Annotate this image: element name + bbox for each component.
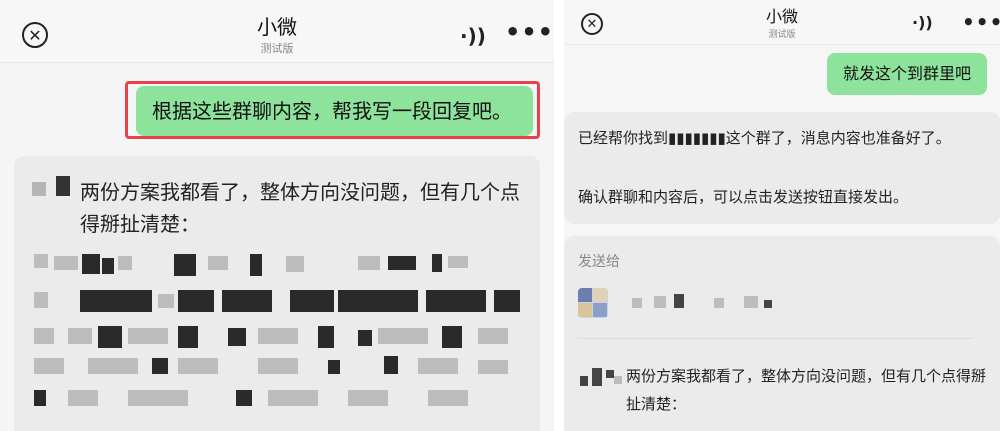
assistant-text-line: 确认群聊和内容后，可以点击发送按钮直接发出。 [578, 188, 909, 206]
highlight-box [125, 81, 540, 139]
redacted-content [34, 254, 520, 406]
card-text: 两份方案我都看了，整体方向没问题，但有几个点得掰扯清楚： [80, 180, 520, 236]
group-avatar [578, 288, 608, 318]
title-group: 小微 测试版 [564, 7, 1000, 41]
more-icon[interactable]: ••• [962, 10, 1000, 34]
sound-icon[interactable]: ·)) [912, 13, 933, 32]
user-message-bubble: 就发这个到群里吧 [827, 53, 987, 95]
header-bar: ✕ 小微 测试版 ·)) ••• [564, 0, 1000, 45]
preview-message-text: 两份方案我都看了，整体方向没问题，但有几个点得掰扯清楚： [626, 367, 987, 413]
sound-icon[interactable]: ·)) [460, 24, 486, 48]
redacted-name [580, 368, 622, 386]
divider [578, 338, 973, 339]
more-icon[interactable]: ••• [505, 18, 554, 46]
send-to-label: 发送给 [578, 254, 620, 270]
left-chat-screen: ✕ 小微 测试版 ·)) ••• 根据这些群聊内容，帮我写一段回复吧。 两份方案… [0, 0, 554, 431]
redacted-name [56, 176, 70, 196]
redacted-name [32, 182, 46, 196]
right-chat-screen: ✕ 小微 测试版 ·)) ••• 就发这个到群里吧 已经帮你找到▮▮▮▮▮▮▮这… [564, 0, 1000, 431]
page-title: 小微 [765, 7, 798, 26]
header-bar: ✕ 小微 测试版 ·)) ••• [0, 0, 554, 63]
redacted-group-name [632, 294, 772, 308]
page-subtitle: 测试版 [768, 30, 796, 40]
assistant-text-line: 已经帮你找到▮▮▮▮▮▮▮这个群了，消息内容也准备好了。 [578, 129, 951, 147]
